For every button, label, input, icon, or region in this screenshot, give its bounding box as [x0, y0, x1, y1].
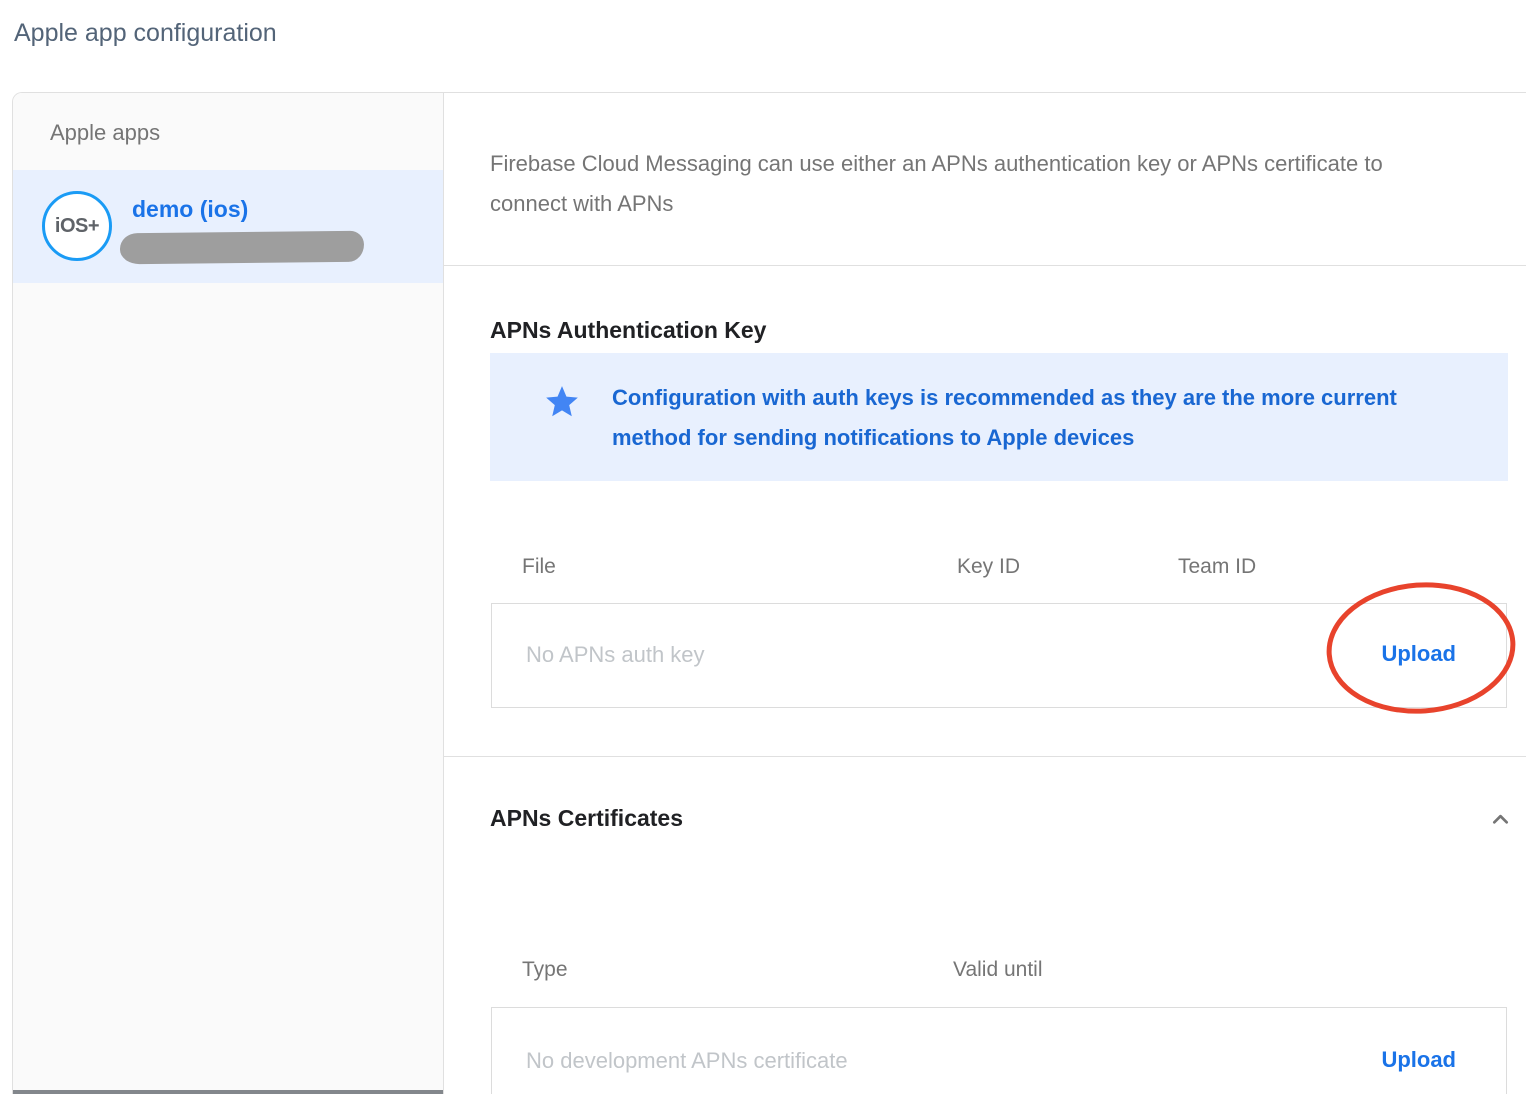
horizontal-scrollbar[interactable]: [13, 1090, 443, 1094]
apple-apps-header: Apple apps: [13, 93, 443, 170]
chevron-up-icon: [1487, 806, 1514, 836]
column-header-team-id: Team ID: [1178, 555, 1256, 579]
page-title: Apple app configuration: [14, 19, 277, 48]
auth-key-upload-button[interactable]: Upload: [1381, 641, 1456, 667]
ios-icon-label: iOS+: [55, 215, 99, 238]
column-header-file: File: [522, 555, 556, 579]
ios-app-icon: iOS+: [42, 191, 112, 261]
apns-certificates-title: APNs Certificates: [490, 805, 683, 832]
column-header-valid-until: Valid until: [953, 958, 1043, 982]
star-icon: [543, 383, 581, 426]
auth-key-table: No APNs auth key Upload: [491, 603, 1507, 708]
redacted-bundle-id: [120, 231, 364, 265]
app-name-label: demo (ios): [132, 196, 248, 223]
column-header-type: Type: [522, 958, 568, 982]
app-list-item-demo[interactable]: iOS+ demo (ios): [13, 170, 443, 283]
auth-key-empty-text: No APNs auth key: [526, 642, 705, 668]
recommendation-banner: Configuration with auth keys is recommen…: [490, 353, 1508, 481]
app-config-card: Apple apps iOS+ demo (ios) Firebase Clou…: [12, 92, 1526, 1094]
fcm-intro-text: Firebase Cloud Messaging can use either …: [490, 144, 1450, 224]
certificates-table: No development APNs certificate Upload: [491, 1007, 1507, 1094]
apps-sidebar: Apple apps iOS+ demo (ios): [13, 93, 444, 1094]
certificates-empty-text: No development APNs certificate: [526, 1048, 848, 1074]
content-divider: [444, 265, 1526, 266]
content-divider: [444, 756, 1526, 757]
column-header-key-id: Key ID: [957, 555, 1020, 579]
certificates-upload-button[interactable]: Upload: [1381, 1047, 1456, 1073]
recommendation-banner-text: Configuration with auth keys is recommen…: [612, 378, 1482, 458]
main-content: Firebase Cloud Messaging can use either …: [444, 93, 1526, 1094]
collapse-section-button[interactable]: [1484, 805, 1516, 837]
apns-auth-key-title: APNs Authentication Key: [490, 317, 766, 344]
